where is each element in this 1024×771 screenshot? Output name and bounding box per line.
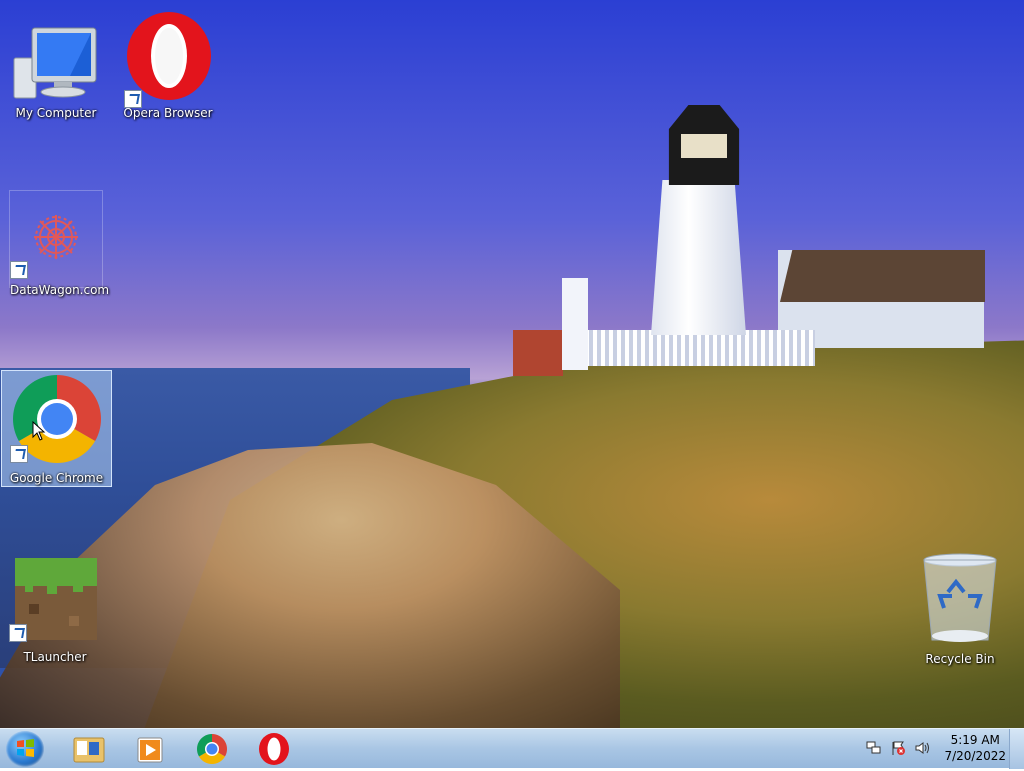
system-clock[interactable]: 5:19 AM 7/20/2022 — [944, 732, 1006, 764]
show-desktop-button[interactable] — [1009, 729, 1024, 769]
desktop-icon-label: DataWagon.com — [10, 283, 110, 297]
wallpaper-lighthouse — [651, 180, 746, 335]
wallpaper-lamp-glass — [681, 134, 727, 158]
minecraft-grass-block-icon — [9, 552, 101, 642]
wallpaper-bell-tower — [562, 278, 588, 370]
clock-date: 7/20/2022 — [944, 749, 1006, 763]
desktop-icon-label: Google Chrome — [9, 471, 104, 485]
computer-icon — [10, 20, 102, 110]
desktop-icon-label: Recycle Bin — [925, 652, 995, 666]
taskbar-chrome-button[interactable] — [188, 731, 236, 767]
desktop-icon-my-computer[interactable]: My Computer — [10, 20, 102, 120]
wallpaper-shed — [513, 330, 563, 376]
chrome-icon — [196, 734, 228, 765]
datawagon-icon — [10, 191, 102, 281]
desktop-icon-google-chrome[interactable]: Google Chrome — [1, 370, 112, 487]
chrome-icon — [2, 371, 111, 471]
recycle-bin-icon — [914, 552, 1006, 642]
network-icon[interactable] — [866, 740, 882, 756]
folder-icon — [73, 737, 105, 763]
volume-icon[interactable] — [914, 740, 930, 756]
desktop-icon-datawagon[interactable]: DataWagon.com — [9, 190, 109, 297]
shortcut-arrow-icon — [9, 624, 27, 642]
taskbar-file-explorer-button[interactable] — [64, 731, 112, 767]
wallpaper-roof — [780, 250, 985, 302]
clock-time: 5:19 AM — [950, 733, 1000, 747]
desktop-icon-tlauncher[interactable]: TLauncher — [9, 552, 101, 664]
opera-icon — [122, 8, 214, 110]
desktop-icon-opera-browser[interactable]: Opera Browser — [122, 8, 214, 120]
opera-icon — [259, 733, 289, 765]
desktop-icon-label: TLauncher — [23, 650, 87, 664]
taskbar-opera-button[interactable] — [250, 731, 298, 767]
shortcut-arrow-icon — [124, 90, 142, 108]
shortcut-arrow-icon — [10, 445, 28, 463]
shortcut-arrow-icon — [10, 261, 28, 279]
desktop-icon-recycle-bin[interactable]: Recycle Bin — [914, 552, 1006, 666]
mouse-cursor-icon — [32, 421, 46, 441]
windows-start-icon[interactable] — [6, 731, 44, 767]
action-center-flag-icon[interactable] — [890, 740, 906, 756]
taskbar-media-player-button[interactable] — [126, 731, 174, 767]
media-player-icon — [137, 737, 163, 763]
wallpaper-fence — [585, 330, 815, 366]
taskbar: 5:19 AM 7/20/2022 — [0, 728, 1024, 769]
